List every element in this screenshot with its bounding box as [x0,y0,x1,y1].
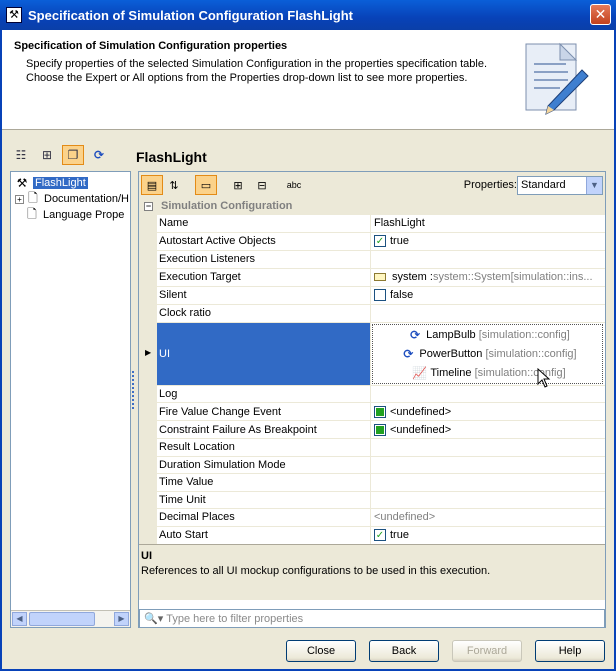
property-row-duration-simulation-mode[interactable]: Duration Simulation Mode [139,456,605,474]
undefined-checkbox[interactable] [374,405,386,418]
timeline-chart-icon: 📈 [412,365,428,380]
collapse-group-icon[interactable]: − [144,201,153,211]
property-row-time-value[interactable]: Time Value [139,474,605,492]
header-panel: Specification of Simulation Configuratio… [2,30,614,130]
description-text: References to all UI mockup configuratio… [141,565,491,577]
property-row-constraint-failure-as-breakpoint[interactable]: Constraint Failure As Breakpoint <undefi… [139,421,605,439]
content-area: ☷ ⊞ ❐ ⟳ FlashLight ⚒ FlashLight + 🗋 Docu… [2,131,614,631]
property-description-panel: UI References to all UI mockup configura… [139,544,605,600]
document-pencil-icon [525,42,589,115]
mouse-cursor-icon [537,368,551,388]
splitter-handle[interactable] [132,371,135,409]
close-button[interactable]: Close [286,640,356,662]
property-row-ui[interactable]: ▶ UI ⟳ LampBulb [simulation::config] ⟳ P… [139,322,605,386]
properties-selected-value: Standard [521,179,566,191]
group-header[interactable]: − Simulation Configuration [139,198,605,215]
search-icon: 🔍▾ [144,613,164,625]
property-row-time-unit[interactable]: Time Unit [139,491,605,509]
tree-horizontal-scrollbar[interactable]: ◀ ▶ [11,610,130,627]
current-row-arrow-icon: ▶ [145,347,152,357]
refresh-icon: ⟳ [403,346,414,361]
undefined-checkbox[interactable] [374,423,386,436]
chevron-down-icon[interactable]: ▼ [586,177,602,194]
header-description-line1: Specify properties of the selected Simul… [26,58,488,70]
sort-alphabetical-icon[interactable]: ⇅ [163,175,185,195]
show-panel-icon[interactable]: ▭ [195,175,217,195]
back-button[interactable]: Back [369,640,439,662]
element-tree[interactable]: ⚒ FlashLight + 🗋 Documentation/H 🗋 Langu… [10,171,131,628]
tree-expander[interactable]: + [15,194,24,204]
window-title: Specification of Simulation Configuratio… [28,7,353,23]
ui-item-lampbulb[interactable]: ⟳ LampBulb [simulation::config] [408,325,570,344]
document-icon: 🗋 [27,206,37,221]
list-view-icon[interactable]: ☷ [10,145,32,165]
categorized-icon[interactable]: ▤ [141,175,163,195]
property-row-silent[interactable]: Silent false [139,286,605,305]
help-button[interactable]: Help [535,640,605,662]
group-title: Simulation Configuration [161,200,293,212]
filter-input[interactable]: 🔍▾ Type here to filter properties [139,609,605,628]
properties-toolbar: ▤ ⇅ ▭ ⊞ ⊟ abc Properties: Standard ▼ [139,172,605,198]
ui-value-list[interactable]: ⟳ LampBulb [simulation::config] ⟳ PowerB… [372,323,603,384]
app-icon: ⚒ [6,7,22,23]
description-title: UI [141,550,152,562]
property-row-auto-start[interactable]: Auto Start ✓ true [139,526,605,545]
property-row-execution-target[interactable]: Execution Target system : system::System… [139,268,605,287]
property-row-log[interactable]: Log [139,385,605,403]
properties-grid: − Simulation Configuration Name FlashLig… [139,198,605,545]
property-row-name[interactable]: Name FlashLight [139,215,605,233]
dialog-footer: Close Back Forward Help [0,631,616,671]
property-row-result-location[interactable]: Result Location [139,439,605,457]
scroll-right-icon[interactable]: ▶ [114,612,129,626]
forward-button[interactable]: Forward [452,640,522,662]
panel-title: FlashLight [136,149,207,165]
system-icon [374,273,386,281]
spell-check-icon[interactable]: abc [283,175,305,195]
tree-item-language-properties[interactable]: 🗋 Language Prope [25,207,124,223]
close-window-button[interactable]: ✕ [590,4,611,25]
header-description-line2: Choose the Expert or All options from th… [26,72,468,84]
properties-label: Properties: [463,179,517,191]
collapse-all-icon[interactable]: ⊟ [251,175,273,195]
property-row-autostart-active-objects[interactable]: Autostart Active Objects ✓ true [139,232,605,251]
properties-dropdown[interactable]: Standard ▼ [517,176,603,195]
scroll-thumb[interactable] [29,612,95,626]
header-heading: Specification of Simulation Configuratio… [14,40,288,52]
property-row-decimal-places[interactable]: Decimal Places <undefined> [139,509,605,527]
refresh-icon: ⟳ [410,327,421,342]
tree-view-icon[interactable]: ⊞ [36,145,58,165]
copy-icon[interactable]: ❐ [62,145,84,165]
filter-placeholder: Type here to filter properties [166,612,304,625]
checkbox-checked[interactable]: ✓ [374,529,386,541]
ui-item-powerbutton[interactable]: ⟳ PowerButton [simulation::config] [401,344,576,363]
property-row-execution-listeners[interactable]: Execution Listeners [139,250,605,269]
title-bar: ⚒ Specification of Simulation Configurat… [0,0,616,30]
checkbox-checked[interactable]: ✓ [374,235,386,247]
checkbox-unchecked[interactable] [374,289,386,301]
tree-toolbar: ☷ ⊞ ❐ ⟳ [10,145,110,165]
expand-all-icon[interactable]: ⊞ [227,175,249,195]
property-row-clock-ratio[interactable]: Clock ratio [139,304,605,323]
refresh-icon[interactable]: ⟳ [88,145,110,165]
property-row-fire-value-change-event[interactable]: Fire Value Change Event <undefined> [139,403,605,421]
scroll-left-icon[interactable]: ◀ [12,612,27,626]
